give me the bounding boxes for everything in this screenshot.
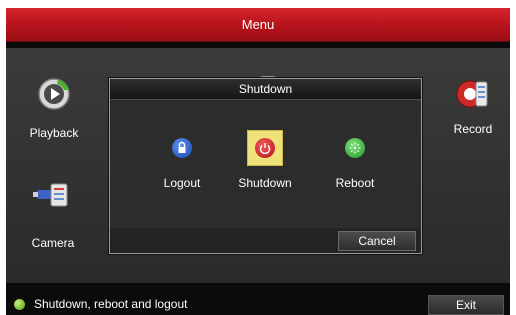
menu-item-camera-label: Camera [31,236,75,250]
shutdown-option[interactable]: Shutdown [225,130,305,190]
camera-icon [33,183,68,207]
reboot-label: Reboot [335,176,375,190]
reboot-option[interactable]: Reboot [315,130,395,190]
status-bar: Shutdown, reboot and logout Exit [6,293,510,315]
playback-icon [38,78,70,110]
menu-title-bar: Menu [6,8,510,42]
dialog-title: Shutdown [238,82,293,96]
reboot-button[interactable] [337,130,373,166]
logout-button[interactable] [164,130,200,166]
shutdown-label: Shutdown [238,176,292,190]
menu-item-playback[interactable]: Playback [14,76,94,140]
reboot-icon [345,138,365,158]
menu-item-playback-label: Playback [29,126,79,140]
dialog-title-bar: Shutdown [110,79,421,100]
dvr-screen: Menu Playback Record Camera Shutdown Log… [6,8,510,315]
logout-label: Logout [163,176,201,190]
power-icon [255,138,275,158]
status-dot-icon [14,299,25,310]
lock-icon [172,138,192,158]
record-icon [456,80,488,108]
logout-option[interactable]: Logout [142,130,222,190]
status-text: Shutdown, reboot and logout [34,297,188,311]
exit-button[interactable]: Exit [428,295,504,315]
shutdown-button[interactable] [247,130,283,166]
menu-item-record-label: Record [453,122,493,136]
shutdown-dialog: Shutdown Logout Shutdown Reboot Cancel [109,78,422,254]
menu-item-record[interactable]: Record [438,76,508,136]
menu-title: Menu [241,17,275,32]
menu-item-camera[interactable]: Camera [18,178,88,250]
dialog-body: Logout Shutdown Reboot [110,100,421,228]
cancel-button[interactable]: Cancel [338,231,416,251]
dialog-footer: Cancel [110,228,421,253]
